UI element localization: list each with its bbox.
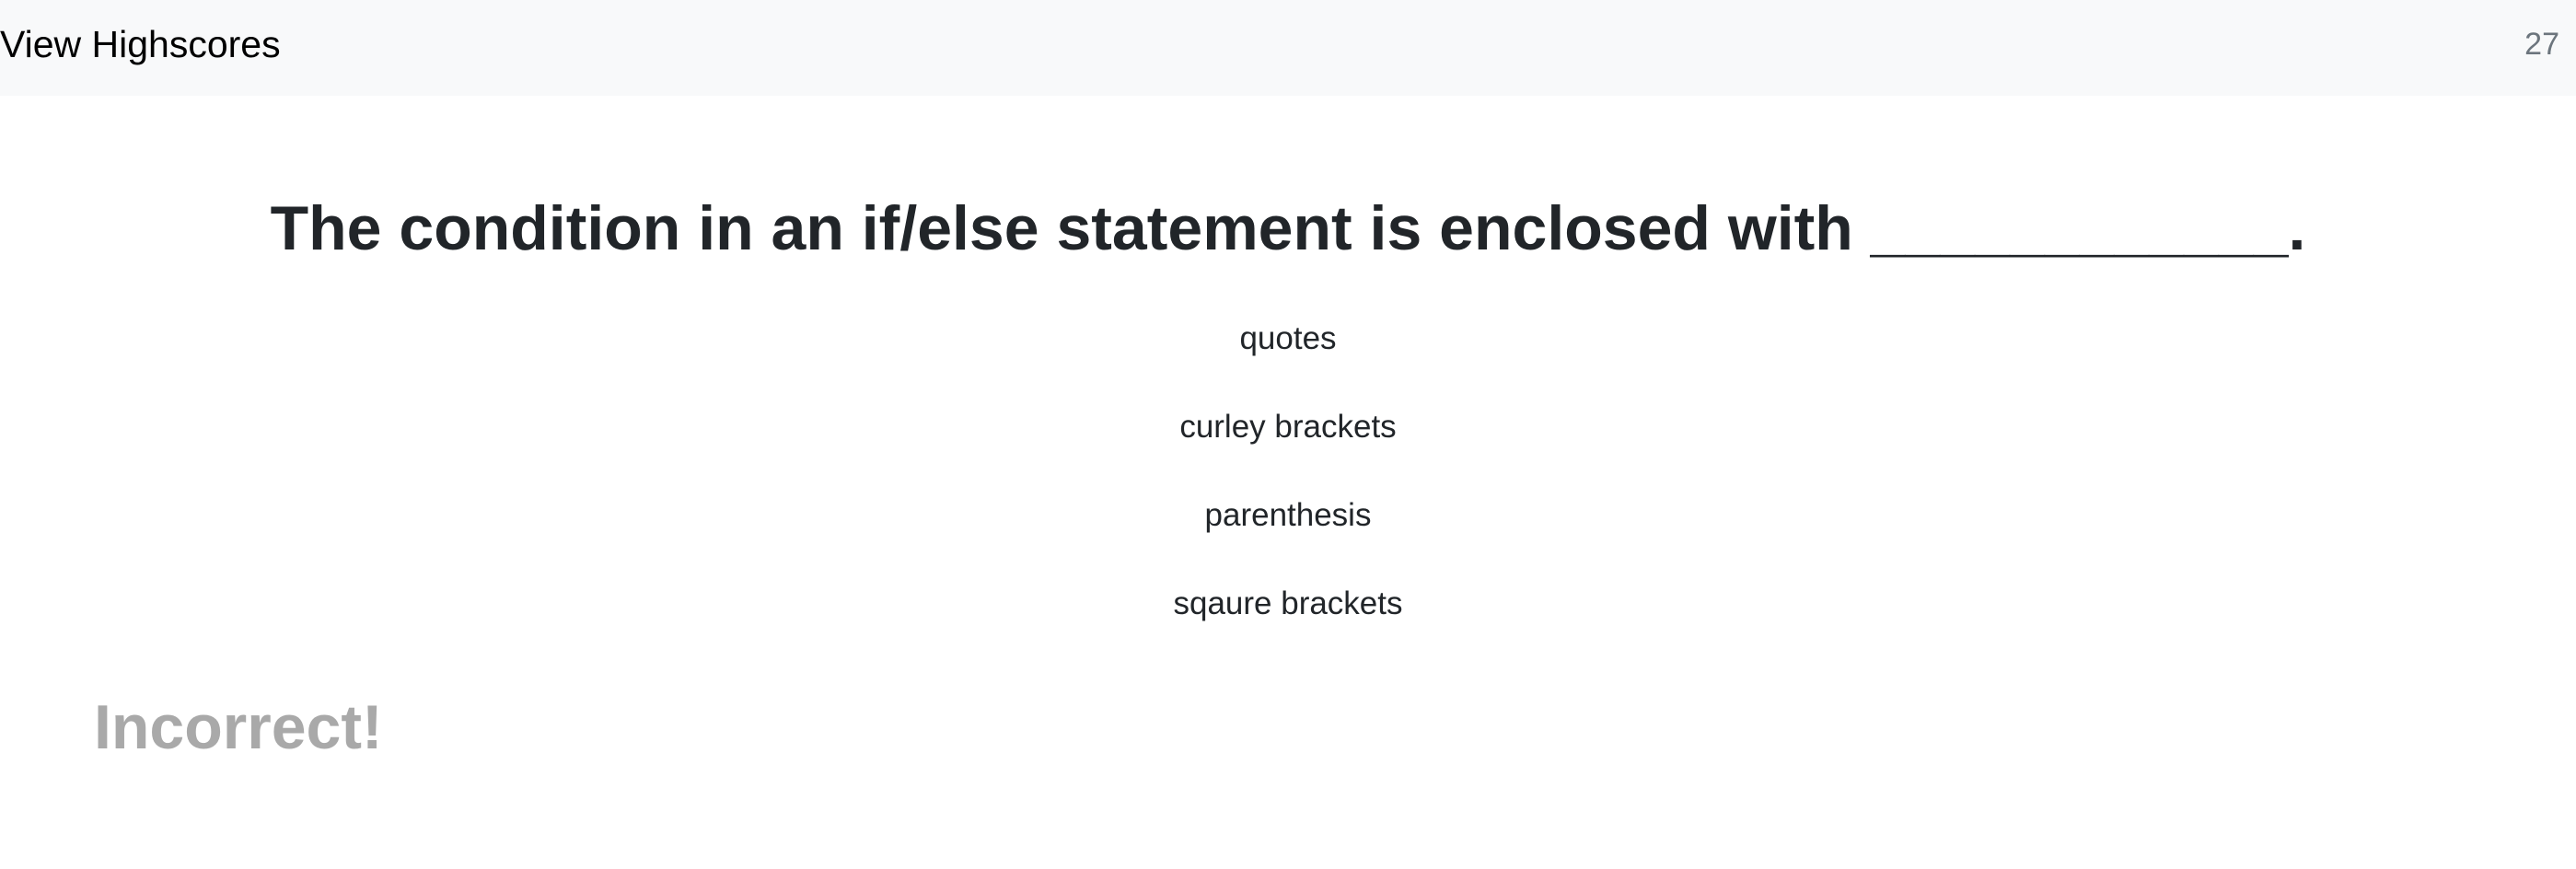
timer-countdown: 27 bbox=[2524, 27, 2559, 62]
choice-button-quotes[interactable]: quotes bbox=[1095, 295, 1481, 383]
question-text: The condition in an if/else statement is… bbox=[270, 192, 2306, 263]
view-highscores-link[interactable]: View Highscores bbox=[0, 22, 281, 66]
answer-feedback: Incorrect! bbox=[94, 692, 383, 762]
choice-button-sqaure-brackets[interactable]: sqaure brackets bbox=[1095, 560, 1481, 648]
top-navbar: View Highscores 27 bbox=[0, 0, 2576, 96]
answer-choices: quotes curley brackets parenthesis sqaur… bbox=[0, 295, 2576, 648]
choice-button-curley-brackets[interactable]: curley brackets bbox=[1095, 383, 1481, 471]
choice-button-parenthesis[interactable]: parenthesis bbox=[1095, 471, 1481, 560]
